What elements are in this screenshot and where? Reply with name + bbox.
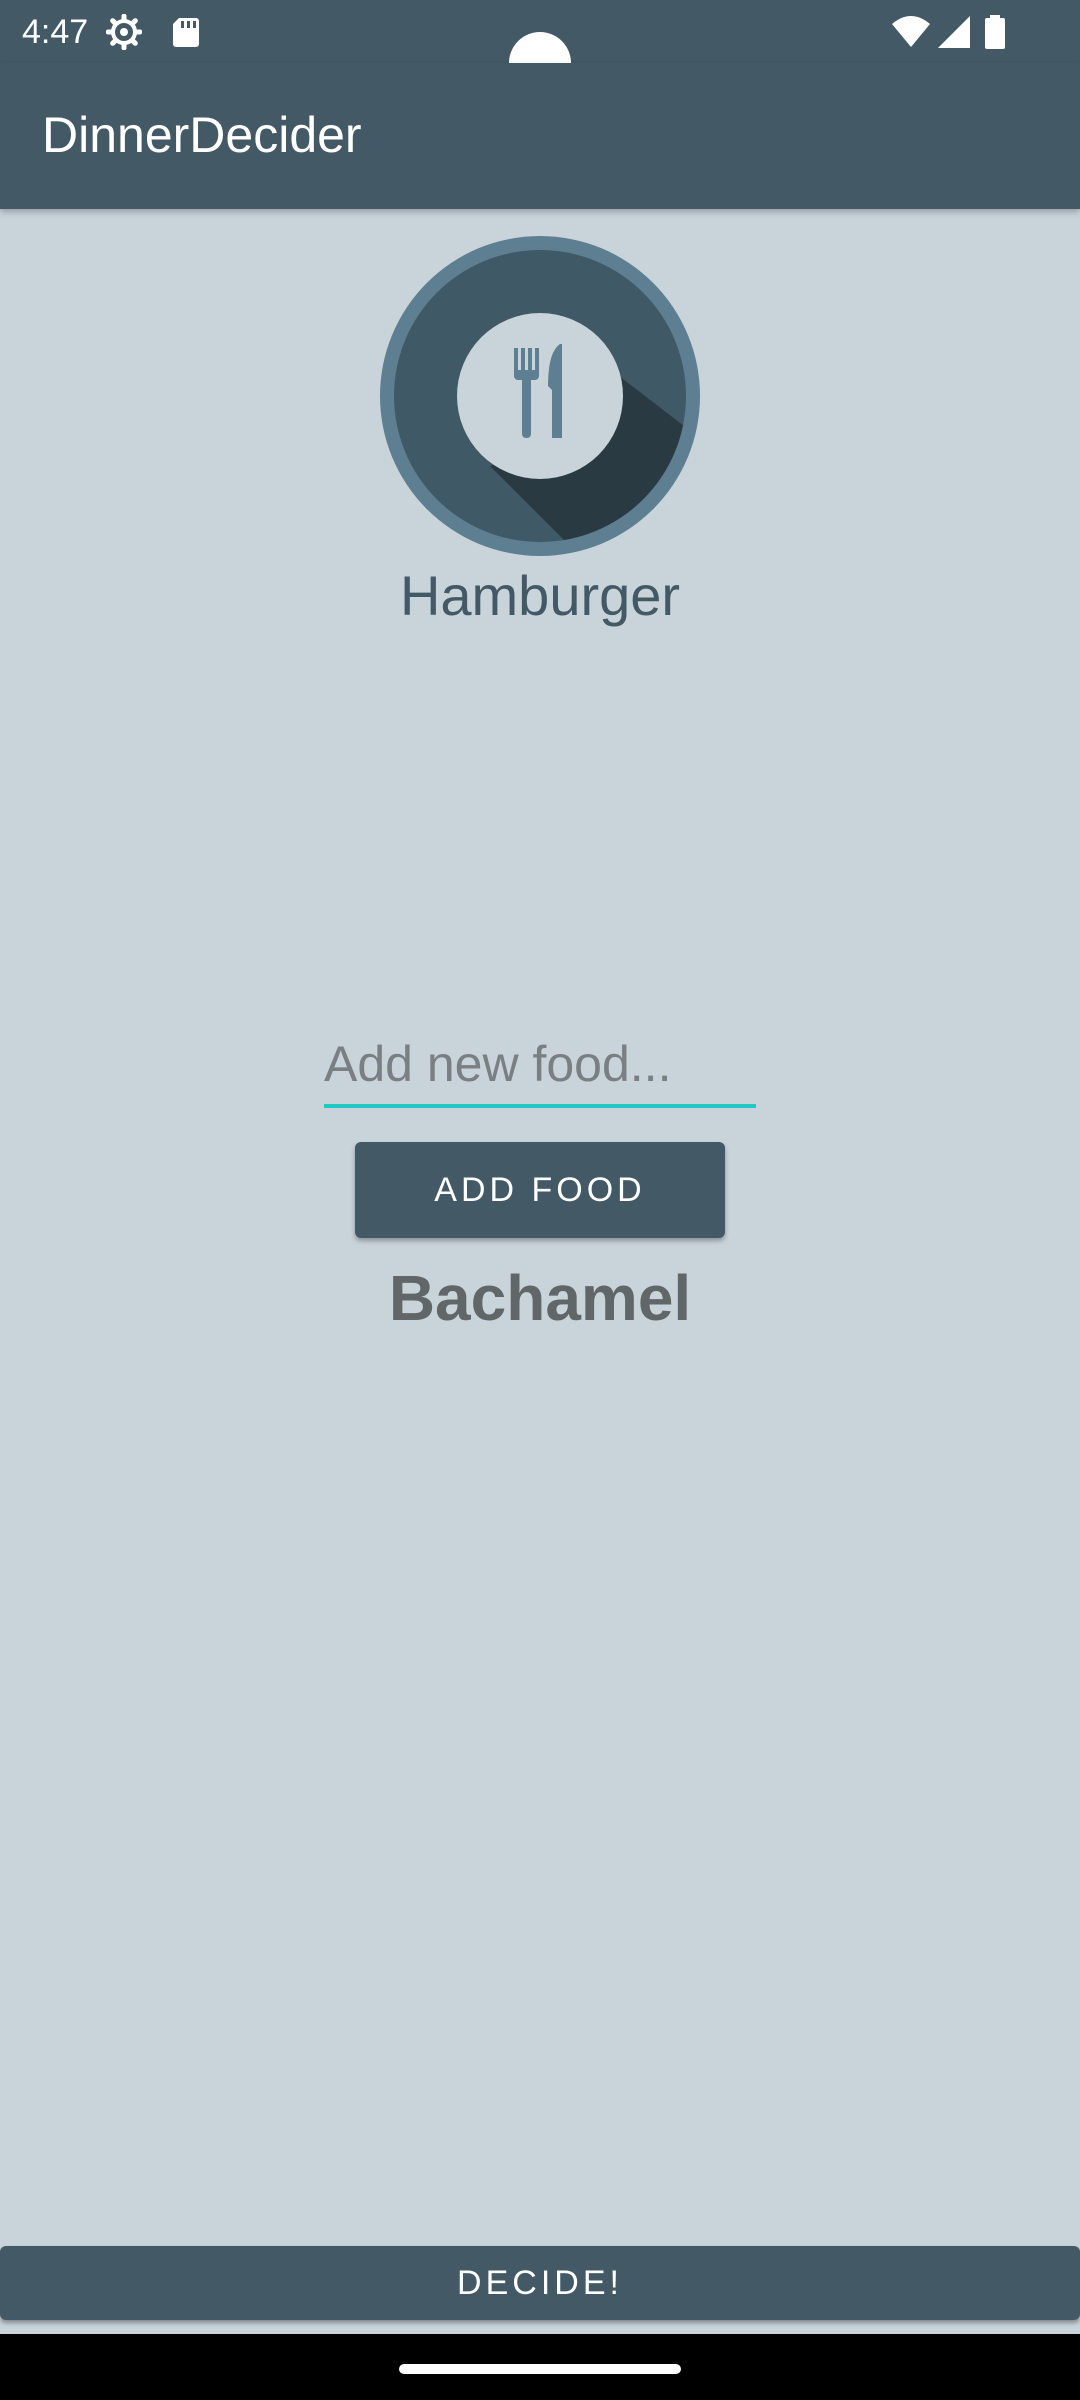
current-food-label: Hamburger bbox=[399, 564, 681, 627]
signal-icon bbox=[938, 16, 970, 48]
add-food-button[interactable]: ADD FOOD bbox=[355, 1142, 725, 1238]
wifi-icon bbox=[892, 16, 930, 47]
fork-knife-icon bbox=[380, 236, 700, 556]
screen: 4:47 DinnerDecider Hamburger Add new foo… bbox=[0, 0, 1080, 2400]
add-food-input[interactable] bbox=[324, 1026, 756, 1102]
app-bar: DinnerDecider bbox=[0, 63, 1080, 209]
status-time: 4:47 bbox=[22, 13, 89, 51]
input-underline bbox=[324, 1104, 756, 1108]
sd-card-icon bbox=[173, 18, 199, 47]
food-input-container bbox=[324, 1026, 756, 1108]
home-gesture-handle[interactable] bbox=[399, 2364, 681, 2374]
app-title: DinnerDecider bbox=[42, 107, 362, 163]
decide-button[interactable]: DECIDE! bbox=[0, 2246, 1080, 2320]
status-bar: 4:47 bbox=[0, 0, 1080, 94]
last-added-food-label: Bachamel bbox=[388, 1262, 692, 1334]
settings-gear-icon bbox=[106, 14, 142, 50]
battery-icon bbox=[985, 15, 1005, 49]
